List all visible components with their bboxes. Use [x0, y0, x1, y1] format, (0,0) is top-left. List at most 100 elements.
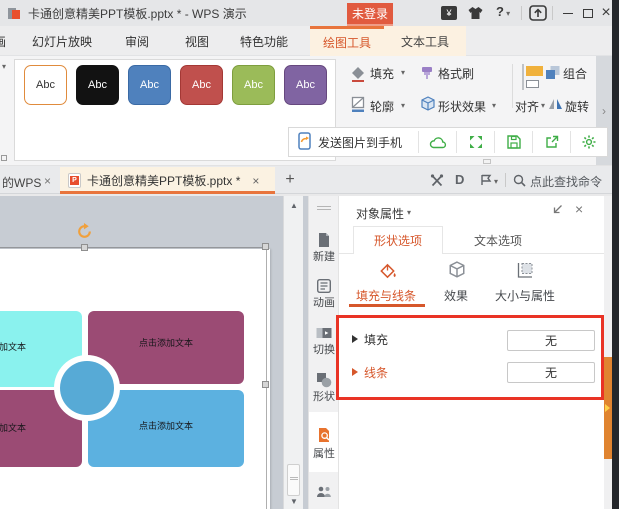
login-button[interactable]: 未登录 — [347, 3, 393, 24]
group-button[interactable]: 组合 — [563, 65, 587, 81]
panel-scrollbar[interactable] — [604, 196, 612, 509]
minimize-button[interactable] — [558, 4, 578, 22]
slide-circle-shape[interactable] — [60, 361, 114, 415]
format-painter-button[interactable]: 格式刷 — [438, 65, 474, 81]
titlebar-separator — [521, 6, 522, 20]
fullscreen-icon[interactable] — [457, 135, 494, 149]
menu-tab-drawing-tools-active[interactable]: 绘图工具 — [310, 26, 384, 56]
menu-tab-review[interactable]: 审阅 — [125, 26, 149, 56]
tab-text-options[interactable]: 文本选项 — [443, 226, 553, 254]
properties-icon[interactable] — [316, 427, 332, 446]
canvas-scrollbar-thumb[interactable] — [287, 464, 300, 496]
tab-document-label: 卡通创意精美PPT模板.pptx * — [87, 174, 241, 188]
dialog-launcher-icon[interactable] — [1, 155, 7, 161]
shape-style-swatch-4[interactable]: Abc — [180, 65, 223, 105]
outline-icon — [350, 96, 366, 115]
shape-style-swatch-2[interactable]: Abc — [76, 65, 119, 105]
titlebar-separator-2 — [552, 6, 553, 20]
shop-shirt-icon[interactable] — [467, 6, 484, 23]
menu-tab-special-features[interactable]: 特色功能 — [240, 26, 288, 56]
selection-handle-top[interactable] — [81, 244, 88, 251]
scroll-down-icon[interactable]: ▼ — [284, 494, 304, 508]
settings-gear-icon[interactable] — [571, 135, 607, 149]
fill-button[interactable]: 填充 — [370, 65, 394, 81]
menu-tab-partial[interactable]: 画 — [0, 26, 6, 56]
shape-style-swatch-1[interactable]: Abc — [24, 65, 67, 105]
tab-home-close-icon[interactable]: × — [44, 174, 51, 188]
fill-dropdown-icon[interactable]: ▾ — [401, 68, 405, 77]
subtab-effects[interactable]: 效果 — [444, 287, 468, 304]
selection-border-right — [266, 247, 267, 509]
scroll-up-icon[interactable]: ▲ — [284, 198, 304, 212]
selection-handle-right[interactable] — [262, 381, 269, 388]
menu-tab-view[interactable]: 视图 — [185, 26, 209, 56]
window-title: 卡通创意精美PPT模板.pptx * - WPS 演示 — [28, 6, 247, 21]
panel-collapse-icon[interactable] — [552, 204, 563, 218]
sendbar-collapse-handle[interactable] — [483, 159, 491, 164]
placeholder-text[interactable]: 点击添加文本 — [0, 421, 26, 434]
placeholder-text[interactable]: 点击添加文本 — [0, 340, 26, 353]
screen-edge-strip — [612, 0, 619, 509]
maximize-button[interactable] — [578, 4, 598, 22]
rotate-button[interactable]: 旋转 — [565, 98, 589, 114]
tab-document-active[interactable]: P 卡通创意精美PPT模板.pptx * × — [60, 167, 275, 194]
align-dropdown-icon[interactable]: ▾ — [541, 101, 545, 110]
tab-document-close-icon[interactable]: × — [252, 174, 259, 188]
menu-tab-slideshow[interactable]: 幻灯片放映 — [32, 26, 92, 56]
send-to-phone-button[interactable]: 发送图片到手机 — [318, 134, 402, 151]
dock-item-animation[interactable]: 动画 — [309, 294, 339, 310]
slide-canvas[interactable]: 点击添加文本 点击添加文本 点击添加文本 点击添加文本 ▲ ▼ — [0, 196, 308, 509]
shape-style-swatch-3[interactable]: Abc — [128, 65, 171, 105]
rotate-icon — [548, 97, 563, 113]
ribbon-tabs-row: 画 幻灯片放映 审阅 视图 特色功能 绘图工具 文本工具 — [0, 26, 612, 56]
upload-share-icon[interactable] — [529, 5, 547, 24]
canvas-scrollbar[interactable]: ▲ ▼ — [283, 196, 303, 509]
outline-button[interactable]: 轮廓 — [370, 98, 394, 114]
panel-scrollbar-thumb[interactable] — [604, 357, 612, 459]
placeholder-text[interactable]: 点击添加文本 — [88, 419, 244, 432]
collaborate-people-icon[interactable] — [316, 486, 332, 501]
align-button[interactable]: 对齐 — [515, 98, 539, 114]
placeholder-text[interactable]: 点击添加文本 — [88, 336, 244, 349]
dock-item-transition[interactable]: 切换 — [309, 341, 339, 357]
panel-title-dropdown-icon[interactable]: ▾ — [407, 208, 411, 217]
shape-effects-icon — [420, 96, 436, 115]
dock-item-new[interactable]: 新建 — [309, 248, 339, 264]
selection-handle-top-right[interactable] — [262, 243, 269, 250]
menu-tab-text-tools[interactable]: 文本工具 — [384, 26, 466, 56]
align-sample-icon — [522, 64, 544, 93]
flag-icon[interactable] — [480, 174, 492, 189]
ppt-file-icon: P — [68, 173, 81, 188]
command-search-input[interactable]: 点此查找命令 — [530, 173, 602, 190]
outline-dropdown-icon[interactable]: ▾ — [401, 101, 405, 110]
tools-crossed-icon[interactable] — [430, 174, 444, 190]
gallery-scroll-icon[interactable]: ▾ — [2, 62, 6, 71]
wallet-icon[interactable]: ¥ — [441, 6, 457, 20]
flag-dropdown-icon[interactable]: ▾ — [494, 177, 498, 186]
dock-item-properties[interactable]: 属性 — [309, 445, 339, 461]
shape-style-swatch-6[interactable]: Abc — [284, 65, 327, 105]
panel-close-icon[interactable]: × — [575, 201, 583, 217]
share-icon[interactable] — [533, 135, 570, 149]
panel-tabs: 形状选项 文本选项 — [339, 226, 605, 254]
docer-icon[interactable]: D — [455, 172, 464, 187]
tabbar-separator — [505, 173, 506, 187]
tab-shape-options-active[interactable]: 形状选项 — [353, 226, 443, 254]
shape-effects-button[interactable]: 形状效果 — [438, 98, 486, 114]
shape-style-swatch-5[interactable]: Abc — [232, 65, 275, 105]
save-icon[interactable] — [495, 135, 532, 149]
help-icon[interactable]: ? ▾ — [496, 4, 510, 19]
dock-item-shapes[interactable]: 形状 — [309, 388, 339, 404]
subtab-size-properties[interactable]: 大小与属性 — [494, 287, 556, 304]
cloud-sync-icon[interactable] — [419, 136, 456, 149]
rotation-handle[interactable] — [76, 223, 93, 243]
subtab-fill-line-active[interactable]: 填充与线条 — [355, 287, 417, 304]
panel-scrollbar-arrow-icon — [605, 404, 610, 412]
tab-home-wps[interactable]: 的WPS × — [0, 167, 59, 194]
new-tab-button[interactable]: + — [281, 170, 299, 190]
dock-drag-handle[interactable] — [317, 206, 331, 210]
selection-border-top — [0, 247, 266, 248]
size-properties-subtab-icon — [516, 261, 534, 282]
shape-effects-dropdown-icon[interactable]: ▾ — [492, 101, 496, 110]
wps-presentation-window: 卡通创意精美PPT模板.pptx * - WPS 演示 未登录 ¥ ? ▾ × … — [0, 0, 619, 509]
